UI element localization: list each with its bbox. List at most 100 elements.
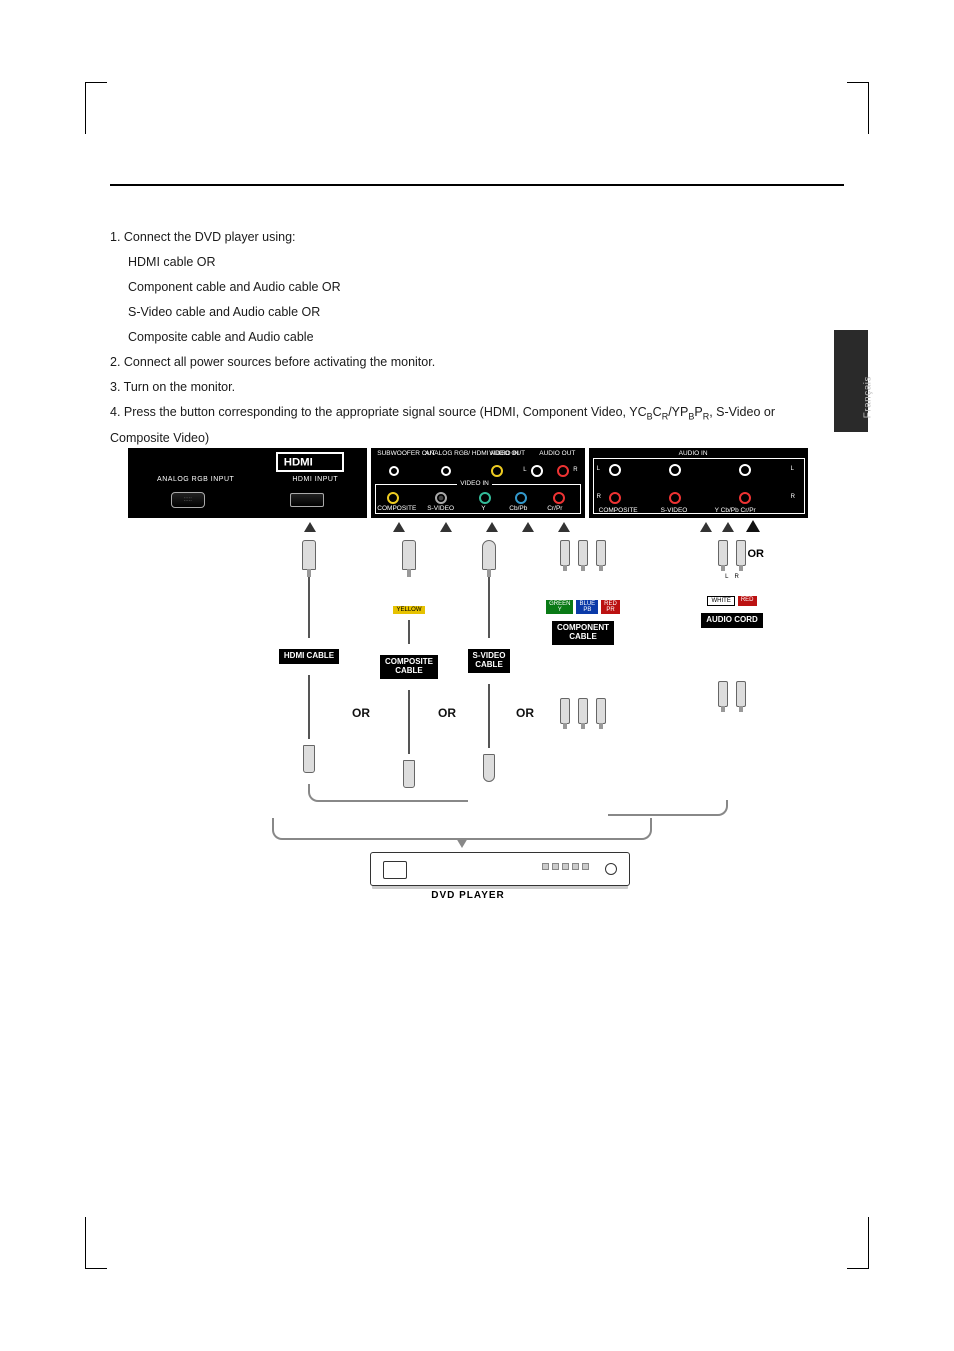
l-label: L xyxy=(725,574,728,580)
analog-rgb-input-label: ANALOG RGB INPUT xyxy=(157,476,234,483)
monitor-audio-in-panel: AUDIO IN L L R R COMPOSITE S-VIDEO Y Cb/… xyxy=(589,448,808,518)
crop-mark xyxy=(847,1217,869,1269)
r-label: R xyxy=(791,494,795,500)
video-out-jack-icon xyxy=(491,465,503,477)
arrow-up-icon xyxy=(440,522,452,532)
hdmi-plug-icon xyxy=(302,540,316,570)
audio-r-2-icon xyxy=(669,492,681,504)
arrow-up-icon xyxy=(722,522,734,532)
cable-line-icon xyxy=(408,620,410,644)
composite-label: COMPOSITE xyxy=(377,506,416,513)
l-label: L xyxy=(791,466,794,472)
cable-line-icon xyxy=(308,574,310,638)
dvd-player-label: DVD PLAYER xyxy=(128,890,808,901)
rca-plug-icon xyxy=(718,540,728,566)
connection-diagram: HDMI ANALOG RGB INPUT HDMI INPUT ::::: S… xyxy=(128,448,808,518)
rca-plug-icon xyxy=(596,540,606,566)
crop-mark xyxy=(847,82,869,134)
arrow-up-icon xyxy=(522,522,534,532)
dvd-buttons-icon xyxy=(542,863,589,870)
svideo-plug-icon xyxy=(483,754,495,782)
audio-cord-column: L R WHITE RED AUDIO CORD xyxy=(682,540,782,707)
arrow-up-icon xyxy=(486,522,498,532)
component-cable-column: GREEN Y BLUE PB RED PR COMPONENT CABLE xyxy=(528,540,638,724)
cable-line-icon xyxy=(488,574,490,638)
audio-cord-label: AUDIO CORD xyxy=(700,612,764,629)
hdmi-port-icon xyxy=(290,493,324,507)
monitor-io-panel-middle: SUBWOOFER OUT ANALOG RGB/ HDMI AUDIO IN … xyxy=(371,448,584,518)
audio-l-1-icon xyxy=(609,464,621,476)
dvd-power-icon xyxy=(605,863,617,875)
rca-plug-icon xyxy=(596,698,606,724)
step-4-text: /YP xyxy=(668,405,688,419)
svideo-cable-label: S-VIDEO CABLE xyxy=(467,648,512,674)
hdmi-audio-jack-icon xyxy=(441,466,451,476)
cable-line-icon xyxy=(488,684,490,748)
or-label: OR xyxy=(438,706,456,720)
step-4-text: P xyxy=(694,405,702,419)
audio-out-r-jack-icon xyxy=(557,465,569,477)
step-1-opt: Composite cable and Audio cable xyxy=(110,325,820,350)
svg-text:HDMI: HDMI xyxy=(284,457,313,469)
video-in-label: VIDEO IN xyxy=(457,481,492,488)
red-tag: RED PR xyxy=(601,600,620,614)
video-out-label: VIDEO OUT xyxy=(489,451,525,458)
audio-r-1-icon xyxy=(609,492,621,504)
page-rule xyxy=(110,184,844,186)
hdmi-logo-icon: HDMI xyxy=(276,452,344,472)
r-label: R xyxy=(735,574,739,580)
red-tag: RED xyxy=(738,596,757,606)
r-label: R xyxy=(573,467,577,473)
or-label: OR xyxy=(352,706,370,720)
crpr-label: Cr/Pr xyxy=(547,506,562,513)
cable-route-line xyxy=(272,818,652,840)
composite-audio-label: COMPOSITE xyxy=(599,508,638,515)
cable-route-line xyxy=(608,800,728,816)
blue-tag: BLUE PB xyxy=(576,600,598,614)
monitor-input-panel-left: HDMI ANALOG RGB INPUT HDMI INPUT ::::: xyxy=(128,448,367,518)
composite-cable-label: COMPOSITE CABLE xyxy=(379,654,439,680)
audio-out-label: AUDIO OUT xyxy=(539,451,575,458)
ycbcr-audio-label: Y Cb/Pb Cr/Pr xyxy=(715,508,756,515)
rca-plug-icon xyxy=(402,540,416,570)
hdmi-cable-column: HDMI CABLE xyxy=(274,540,344,773)
arrow-up-icon xyxy=(700,522,712,532)
rca-plug-icon xyxy=(560,698,570,724)
crop-mark xyxy=(85,82,107,134)
y-label: Y xyxy=(481,506,485,513)
step-4: 4. Press the button corresponding to the… xyxy=(110,400,820,451)
step-3: 3. Turn on the monitor. xyxy=(110,375,820,400)
l-label: L xyxy=(597,466,600,472)
instructions: 1. Connect the DVD player using: HDMI ca… xyxy=(110,225,820,451)
rca-plug-icon xyxy=(736,681,746,707)
hdmi-cable-label: HDMI CABLE xyxy=(278,648,340,665)
rca-plug-icon xyxy=(578,540,588,566)
step-2: 2. Connect all power sources before acti… xyxy=(110,350,820,375)
rca-plug-icon xyxy=(578,698,588,724)
rca-plug-icon xyxy=(718,681,728,707)
step-1-opt: Component cable and Audio cable OR xyxy=(110,275,820,300)
rca-plug-icon xyxy=(560,540,570,566)
yellow-tag: YELLOW xyxy=(393,606,424,614)
svideo-label: S-VIDEO xyxy=(427,506,454,513)
arrow-up-icon xyxy=(746,520,760,532)
white-tag: WHITE xyxy=(707,596,734,606)
subwoofer-jack-icon xyxy=(389,466,399,476)
svideo-cable-column: S-VIDEO CABLE xyxy=(454,540,524,782)
audio-r-3-icon xyxy=(739,492,751,504)
language-label: Français xyxy=(862,376,873,418)
hdmi-plug-icon xyxy=(303,745,315,773)
dvd-player-icon xyxy=(370,852,630,886)
l-label: L xyxy=(523,467,526,473)
cable-route-line xyxy=(308,784,468,802)
hdmi-input-label: HDMI INPUT xyxy=(292,476,338,483)
cable-line-icon xyxy=(308,675,310,739)
vga-port-icon: ::::: xyxy=(171,492,205,508)
svideo-plug-icon xyxy=(482,540,496,570)
rca-plug-icon xyxy=(736,540,746,566)
arrow-up-icon xyxy=(558,522,570,532)
audio-l-3-icon xyxy=(739,464,751,476)
step-4-text: 4. Press the button corresponding to the… xyxy=(110,405,647,419)
svideo-audio-label: S-VIDEO xyxy=(661,508,688,515)
green-tag: GREEN Y xyxy=(546,600,573,614)
